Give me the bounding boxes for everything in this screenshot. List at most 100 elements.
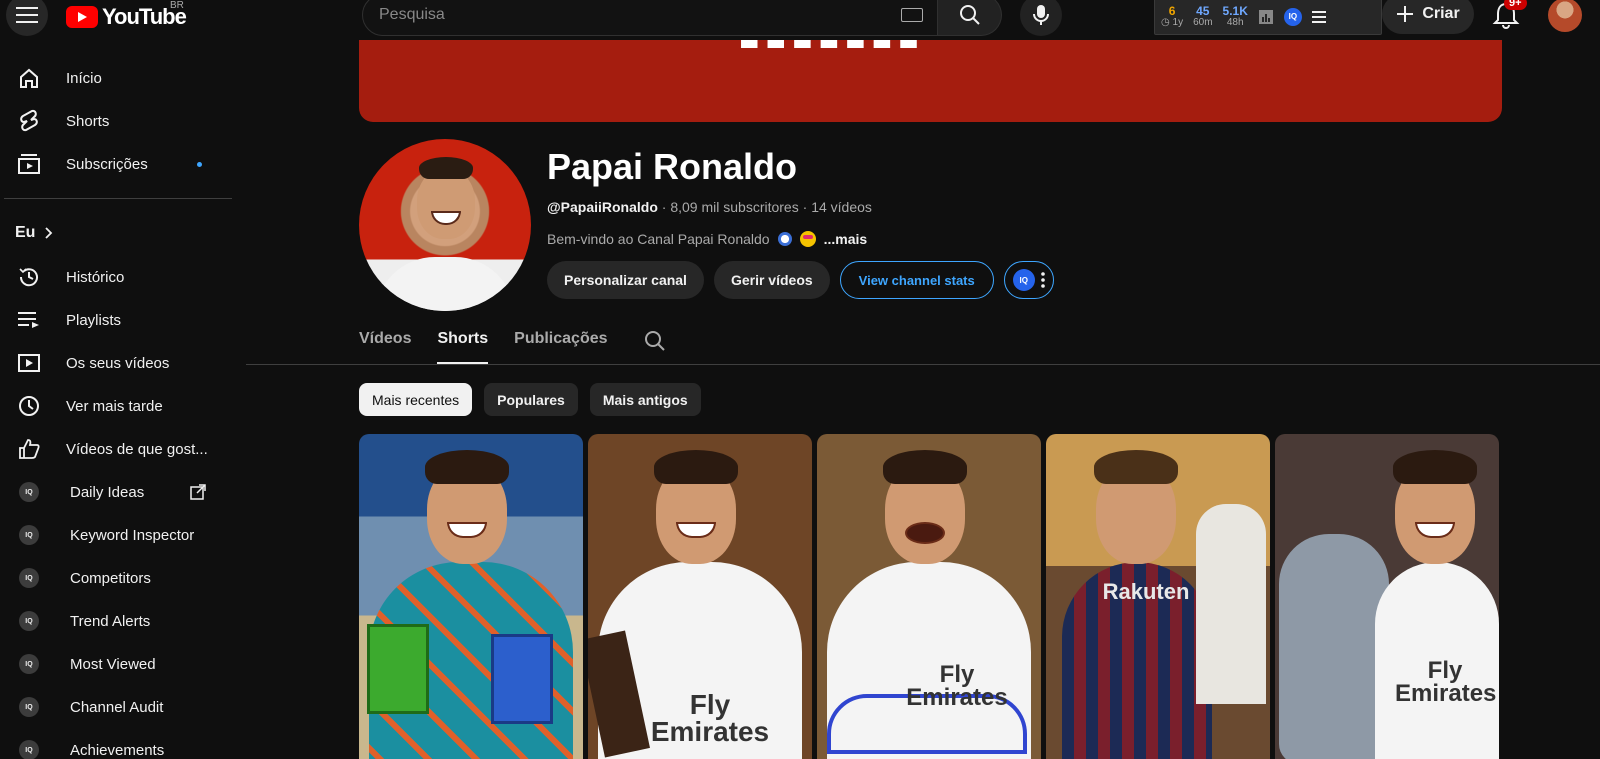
sidebar-item-label: Playlists bbox=[66, 311, 122, 329]
shorts-icon bbox=[16, 108, 42, 134]
sidebar-item-label: Keyword Inspector bbox=[70, 526, 195, 544]
vidiq-icon: IQ bbox=[16, 737, 42, 759]
more-link[interactable]: ...mais bbox=[824, 231, 868, 247]
sidebar-item-most-viewed[interactable]: IQ Most Viewed bbox=[0, 644, 232, 684]
vidiq-icon: IQ bbox=[16, 565, 42, 591]
sidebar-item-your-videos[interactable]: Os seus vídeos bbox=[0, 343, 232, 383]
sidebar-item-label: Daily Ideas bbox=[70, 483, 145, 501]
topbar: YouTube BR Pesquisa 6 ◷ 1y 45 60m 5.1K 4… bbox=[0, 0, 1600, 40]
chevron-right-icon bbox=[45, 227, 53, 239]
vidiq-icon: IQ bbox=[16, 651, 42, 677]
stat-label: 48h bbox=[1226, 16, 1244, 28]
vidiq-menu-button[interactable]: IQ bbox=[1003, 261, 1054, 299]
channel-handle: @PapaiiRonaldo bbox=[547, 199, 658, 215]
search-placeholder: Pesquisa bbox=[379, 6, 445, 23]
sidebar-item-label: Os seus vídeos bbox=[66, 354, 170, 372]
description-text: Bem-vindo ao Canal Papai Ronaldo bbox=[547, 231, 770, 247]
sidebar-item-achievements[interactable]: IQ Achievements bbox=[0, 730, 232, 759]
stat-48h: 5.1K 48h bbox=[1223, 5, 1248, 28]
sidebar-item-trend-alerts[interactable]: IQ Trend Alerts bbox=[0, 601, 232, 641]
sidebar-item-label: Channel Audit bbox=[70, 698, 164, 716]
vidiq-icon: IQ bbox=[16, 479, 42, 505]
bucket-prop bbox=[491, 634, 553, 724]
stat-1y: 6 ◷ 1y bbox=[1161, 5, 1183, 28]
channel-search-icon[interactable] bbox=[644, 330, 666, 352]
sidebar-item-label: Subscrições bbox=[66, 155, 148, 173]
plus-icon bbox=[1397, 6, 1414, 22]
sidebar-item-label: Ver mais tarde bbox=[66, 397, 163, 415]
short-thumbnail[interactable]: Fly Emirates bbox=[588, 434, 812, 759]
shirt-sponsor-text: Rakuten bbox=[1102, 579, 1190, 604]
shirt-sponsor-text: Fly Emirates bbox=[1395, 657, 1497, 707]
youtube-logo[interactable]: YouTube BR bbox=[66, 0, 187, 30]
customize-channel-button[interactable]: Personalizar canal bbox=[547, 261, 704, 299]
menu-button[interactable] bbox=[6, 0, 48, 36]
search-bar: Pesquisa bbox=[362, 0, 1002, 36]
vidiq-icon[interactable]: IQ bbox=[1283, 7, 1302, 26]
create-button[interactable]: Criar bbox=[1382, 0, 1474, 34]
vidiq-icon: IQ bbox=[1012, 269, 1035, 291]
sidebar-divider bbox=[4, 198, 232, 199]
subscriber-count: 8,09 mil subscritores bbox=[670, 199, 799, 215]
tab-shorts[interactable]: Shorts bbox=[437, 320, 488, 364]
channel-name: Papai Ronaldo bbox=[547, 146, 798, 187]
chip-oldest[interactable]: Mais antigos bbox=[589, 383, 701, 416]
sidebar-item-home[interactable]: Início bbox=[0, 58, 232, 98]
sidebar-item-competitors[interactable]: IQ Competitors bbox=[0, 558, 232, 598]
list-menu-icon[interactable] bbox=[1311, 10, 1326, 23]
sidebar-section-you[interactable]: Eu bbox=[15, 224, 53, 242]
vidiq-icon: IQ bbox=[16, 522, 42, 548]
channel-description[interactable]: Bem-vindo ao Canal Papai Ronaldo ...mais bbox=[547, 231, 867, 247]
shirt-sponsor-text: Fly Emirates bbox=[650, 689, 770, 747]
video-count: 14 vídeos bbox=[811, 199, 872, 215]
search-input[interactable]: Pesquisa bbox=[362, 0, 938, 36]
voice-search-button[interactable] bbox=[1020, 0, 1062, 36]
manage-videos-button[interactable]: Gerir vídeos bbox=[713, 261, 830, 299]
short-thumbnail[interactable]: Fly Emirates bbox=[1275, 434, 1499, 759]
external-link-icon[interactable] bbox=[190, 484, 206, 500]
sidebar-item-shorts[interactable]: Shorts bbox=[0, 101, 232, 141]
sidebar: Início Shorts Subscrições Eu Histórico P… bbox=[0, 56, 240, 759]
sidebar-item-subscriptions[interactable]: Subscrições bbox=[0, 144, 232, 184]
channel-actions: Personalizar canal Gerir vídeos View cha… bbox=[547, 261, 1054, 299]
hamburger-icon bbox=[16, 7, 38, 23]
tab-videos[interactable]: Vídeos bbox=[359, 320, 411, 364]
sort-chips: Mais recentes Populares Mais antigos bbox=[359, 383, 701, 416]
sidebar-item-playlists[interactable]: Playlists bbox=[0, 300, 232, 340]
home-icon bbox=[16, 65, 42, 91]
stat-value: 5.1K bbox=[1222, 3, 1248, 18]
sidebar-item-daily-ideas[interactable]: IQ Daily Ideas bbox=[0, 472, 232, 512]
view-channel-stats-button[interactable]: View channel stats bbox=[839, 261, 994, 299]
create-label: Criar bbox=[1422, 5, 1460, 22]
more-vert-icon bbox=[1040, 272, 1045, 288]
chip-popular[interactable]: Populares bbox=[484, 383, 578, 416]
country-code: BR bbox=[170, 0, 184, 11]
sidebar-item-label: Achievements bbox=[70, 741, 165, 759]
sidebar-item-history[interactable]: Histórico bbox=[0, 257, 232, 297]
chip-latest[interactable]: Mais recentes bbox=[359, 383, 473, 416]
sidebar-item-label: Most Viewed bbox=[70, 655, 156, 673]
bar-chart-icon[interactable] bbox=[1258, 9, 1274, 25]
vidiq-stats-widget[interactable]: 6 ◷ 1y 45 60m 5.1K 48h IQ bbox=[1154, 0, 1382, 35]
sidebar-item-keyword-inspector[interactable]: IQ Keyword Inspector bbox=[0, 515, 232, 555]
channel-avatar[interactable] bbox=[359, 139, 531, 311]
sidebar-item-watch-later[interactable]: Ver mais tarde bbox=[0, 386, 232, 426]
shirt-sponsor-text: Fly Emirates bbox=[906, 661, 1008, 711]
sidebar-item-label: Shorts bbox=[66, 112, 110, 130]
sidebar-item-label: Vídeos de que gost... bbox=[66, 440, 208, 458]
short-thumbnail[interactable]: Rakuten bbox=[1046, 434, 1270, 759]
sidebar-item-channel-audit[interactable]: IQ Channel Audit bbox=[0, 687, 232, 727]
stat-60m: 45 60m bbox=[1193, 5, 1212, 28]
tabs-divider bbox=[246, 364, 1600, 365]
sidebar-item-label: Trend Alerts bbox=[70, 612, 151, 630]
search-button[interactable] bbox=[938, 0, 1002, 36]
youtube-play-icon bbox=[66, 6, 98, 28]
account-avatar[interactable] bbox=[1548, 0, 1582, 32]
banner-artwork: ■■■■■■■ bbox=[739, 40, 925, 59]
tab-posts[interactable]: Publicações bbox=[514, 320, 607, 364]
short-thumbnail[interactable]: Fly Emirates bbox=[817, 434, 1041, 759]
sidebar-item-liked-videos[interactable]: Vídeos de que gost... bbox=[0, 429, 232, 469]
keyboard-icon[interactable] bbox=[901, 8, 923, 22]
short-thumbnail[interactable] bbox=[359, 434, 583, 759]
channel-banner: ■■■■■■■ bbox=[359, 40, 1502, 122]
